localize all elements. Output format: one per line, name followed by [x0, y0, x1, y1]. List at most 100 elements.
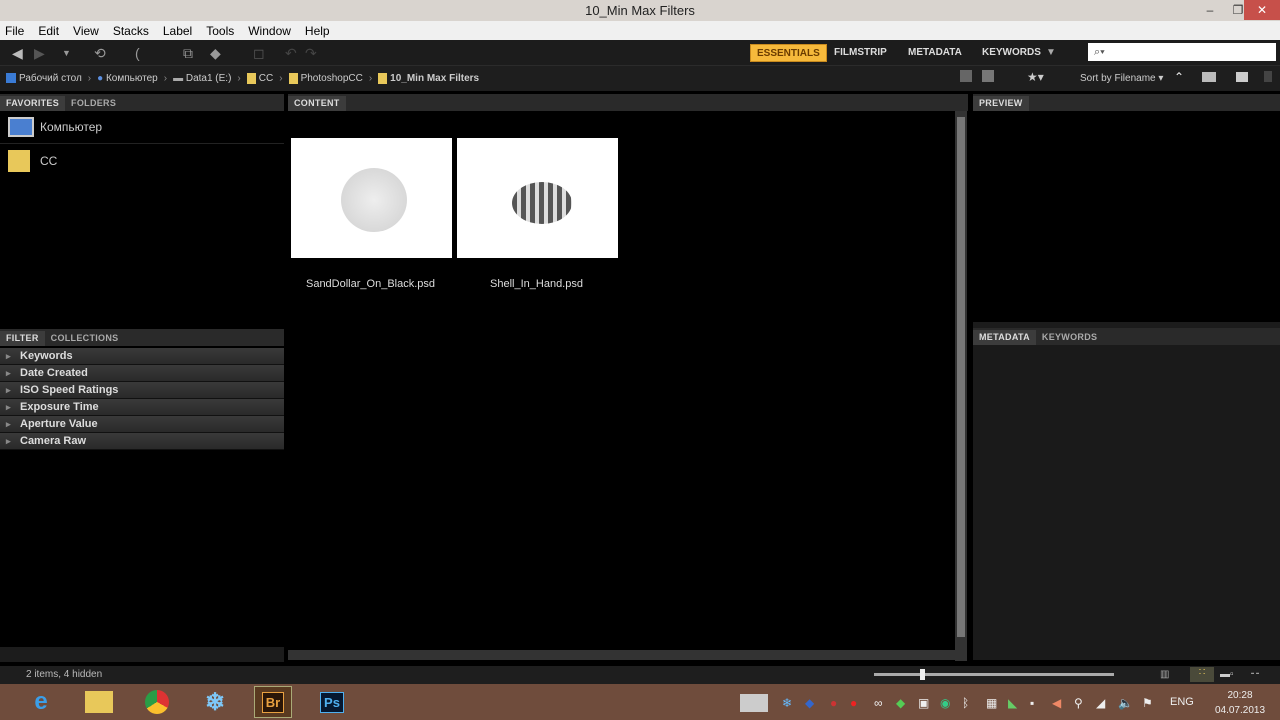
- menu-window[interactable]: Window: [248, 24, 291, 38]
- volume-icon[interactable]: 🔈: [1118, 696, 1133, 710]
- language-indicator[interactable]: ENG: [1170, 696, 1194, 708]
- recent-dropdown-icon[interactable]: ▼: [62, 48, 71, 58]
- clock[interactable]: 20:28 04.07.2013: [1205, 688, 1275, 718]
- tray-link-icon[interactable]: ∞: [874, 696, 883, 710]
- tray-network-app-icon[interactable]: ◆: [896, 696, 905, 710]
- tab-preview[interactable]: PREVIEW: [973, 96, 1029, 111]
- filename-label[interactable]: Shell_In_Hand.psd: [456, 278, 617, 290]
- workspace-filmstrip[interactable]: FILMSTRIP: [828, 44, 893, 62]
- status-text: 2 items, 4 hidden: [26, 669, 103, 680]
- tray-antivirus-icon[interactable]: ●: [830, 696, 837, 710]
- breadcrumb-drive[interactable]: ▬ Data1 (E:): [173, 73, 231, 84]
- metadata-panel: [973, 345, 1280, 660]
- filter-keywords[interactable]: Keywords: [0, 348, 284, 365]
- tray-dark-icon[interactable]: ▪: [1030, 696, 1034, 710]
- close-button[interactable]: ✕: [1244, 0, 1280, 20]
- filter-camera-raw[interactable]: Camera Raw: [0, 433, 284, 450]
- thumbnail-sanddollar[interactable]: [291, 138, 452, 258]
- menu-stacks[interactable]: Stacks: [113, 24, 149, 38]
- forward-icon[interactable]: ▶: [34, 45, 45, 62]
- filter-panel: FILTERCOLLECTIONS Keywords Date Created …: [0, 329, 284, 659]
- thumbnail-view-icon[interactable]: ∷: [1190, 667, 1214, 682]
- breadcrumb-cc[interactable]: CC: [246, 72, 273, 84]
- workspace-dropdown-icon[interactable]: ▼: [1040, 44, 1062, 62]
- slider-thumb[interactable]: [920, 669, 925, 680]
- delete-icon[interactable]: [1264, 71, 1272, 82]
- new-folder-icon[interactable]: [1236, 72, 1248, 82]
- menu-edit[interactable]: Edit: [38, 24, 59, 38]
- camera-get-photos-icon[interactable]: ⧉: [183, 45, 193, 62]
- thumbnail-size-slider[interactable]: [874, 669, 1114, 680]
- sort-ascending-icon[interactable]: ⌃: [1174, 70, 1184, 84]
- workspace-essentials[interactable]: ESSENTIALS: [750, 44, 827, 62]
- nvidia-icon[interactable]: ◣: [1008, 696, 1017, 710]
- chrome-icon[interactable]: [138, 686, 176, 718]
- tray-usb-icon[interactable]: ▣: [918, 696, 929, 710]
- filter-iso-speed[interactable]: ISO Speed Ratings: [0, 382, 284, 399]
- breadcrumb-photoshopcc[interactable]: PhotoshopCC: [288, 72, 363, 84]
- snowflake-app-icon[interactable]: ❄: [196, 686, 234, 718]
- ie-icon[interactable]: e: [22, 686, 60, 718]
- view-mode-icon[interactable]: [982, 70, 994, 82]
- folder-icon: [8, 149, 30, 172]
- keyboard-icon[interactable]: [740, 694, 768, 712]
- tab-folders[interactable]: FOLDERS: [65, 96, 122, 111]
- workspace-metadata[interactable]: METADATA: [902, 44, 968, 62]
- tab-metadata[interactable]: METADATA: [973, 330, 1036, 345]
- rotate-left-icon[interactable]: ↶: [285, 45, 297, 62]
- content-hscrollbar[interactable]: [288, 650, 955, 660]
- tray-app-icon[interactable]: ◆: [805, 696, 814, 710]
- list-view-icon[interactable]: ⁃⁃: [1250, 669, 1260, 680]
- bluetooth-icon[interactable]: ᛒ: [962, 696, 969, 710]
- menu-view[interactable]: View: [73, 24, 99, 38]
- content-scrollbar[interactable]: [955, 111, 967, 661]
- breadcrumb-current-folder[interactable]: 10_Min Max Filters: [378, 72, 479, 84]
- tab-filter[interactable]: FILTER: [0, 331, 45, 346]
- menu-tools[interactable]: Tools: [206, 24, 234, 38]
- minimize-button[interactable]: –: [1196, 0, 1224, 20]
- lock-view-icon[interactable]: ▥: [1160, 669, 1169, 680]
- photoshop-app[interactable]: Ps: [313, 686, 351, 718]
- filter-exposure-time[interactable]: Exposure Time: [0, 399, 284, 416]
- menu-bar: File Edit View Stacks Label Tools Window…: [0, 21, 1280, 40]
- explorer-icon[interactable]: [80, 686, 118, 718]
- menu-file[interactable]: File: [5, 24, 24, 38]
- tray-device-icon[interactable]: ⚲: [1074, 696, 1083, 710]
- thumbnail-shell[interactable]: [457, 138, 618, 258]
- filter-aperture-value[interactable]: Aperture Value: [0, 416, 284, 433]
- breadcrumb-desktop[interactable]: Рабочий стол: [6, 73, 82, 84]
- view-grid-icon[interactable]: [960, 70, 972, 82]
- boomerang-icon[interactable]: ⟲: [94, 45, 106, 62]
- open-icon[interactable]: ◻: [253, 45, 265, 62]
- bridge-app[interactable]: Br: [254, 686, 292, 718]
- favorite-cc[interactable]: CC: [0, 144, 284, 177]
- tab-keywords[interactable]: KEYWORDS: [1036, 330, 1103, 345]
- tray-snowflake-icon[interactable]: ❄: [782, 696, 792, 710]
- rotate-right-icon[interactable]: ↷: [305, 45, 317, 62]
- signal-icon[interactable]: ◢: [1096, 696, 1105, 710]
- breadcrumb-computer[interactable]: ● Компьютер: [97, 73, 158, 84]
- flag-icon[interactable]: ⚑: [1142, 696, 1153, 710]
- back-icon[interactable]: ◀: [12, 45, 23, 62]
- search-input[interactable]: ⌕▾: [1088, 43, 1276, 61]
- tray-red-icon[interactable]: ●: [850, 696, 857, 710]
- details-view-icon[interactable]: ▬▫: [1220, 669, 1234, 680]
- scrollbar-thumb[interactable]: [957, 117, 965, 637]
- tray-audio-app-icon[interactable]: ◀: [1052, 696, 1061, 710]
- tab-collections[interactable]: COLLECTIONS: [45, 331, 125, 346]
- tray-window-icon[interactable]: ▦: [986, 696, 997, 710]
- rotate-icon[interactable]: (: [135, 45, 140, 61]
- sort-dropdown[interactable]: Sort by Filename ▾: [1080, 73, 1163, 84]
- refine-icon[interactable]: ◆: [210, 45, 221, 62]
- workspace-keywords[interactable]: KEYWORDS: [976, 44, 1047, 62]
- filename-label[interactable]: SandDollar_On_Black.psd: [290, 278, 451, 290]
- recent-folder-icon[interactable]: [1202, 72, 1216, 82]
- menu-help[interactable]: Help: [305, 24, 330, 38]
- tab-content[interactable]: CONTENT: [288, 96, 346, 111]
- tray-green-icon[interactable]: ◉: [940, 696, 950, 710]
- tab-favorites[interactable]: FAVORITES: [0, 96, 66, 111]
- star-filter-icon[interactable]: ★▾: [1027, 70, 1044, 84]
- filter-date-created[interactable]: Date Created: [0, 365, 284, 382]
- menu-label[interactable]: Label: [163, 24, 192, 38]
- favorite-computer[interactable]: Компьютер: [0, 111, 284, 144]
